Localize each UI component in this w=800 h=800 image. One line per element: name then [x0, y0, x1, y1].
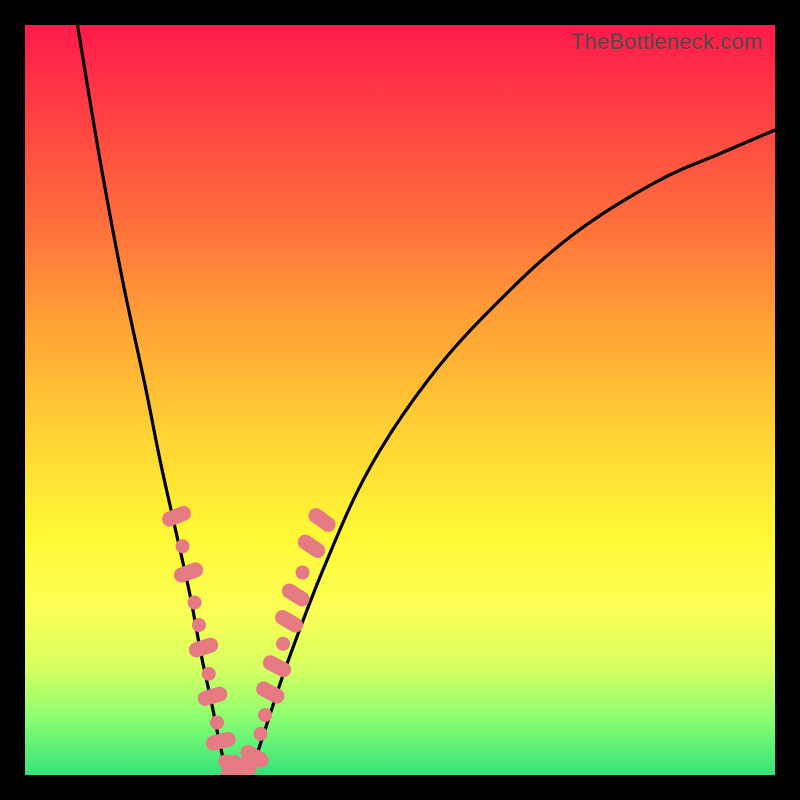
marker-pill — [160, 504, 193, 529]
curve-lines — [78, 25, 776, 775]
marker-pill — [204, 730, 237, 752]
series-right-branch — [250, 130, 775, 775]
marker-pill — [295, 532, 328, 561]
marker-dot — [258, 708, 272, 722]
chart-plot-area: TheBottleneck.com — [25, 25, 775, 775]
marker-dot — [254, 727, 268, 741]
marker-dot — [210, 716, 224, 730]
marker-dot — [192, 618, 206, 632]
marker-pill — [305, 505, 338, 535]
marker-pill — [187, 636, 220, 660]
chart-frame: TheBottleneck.com — [0, 0, 800, 800]
marker-dot — [202, 667, 216, 681]
marker-dot — [276, 637, 290, 651]
series-left-branch — [78, 25, 228, 775]
marker-dot — [176, 539, 190, 553]
marker-dot — [188, 596, 202, 610]
chart-svg — [25, 25, 775, 775]
marker-dot — [296, 566, 310, 580]
curve-markers — [160, 504, 339, 775]
